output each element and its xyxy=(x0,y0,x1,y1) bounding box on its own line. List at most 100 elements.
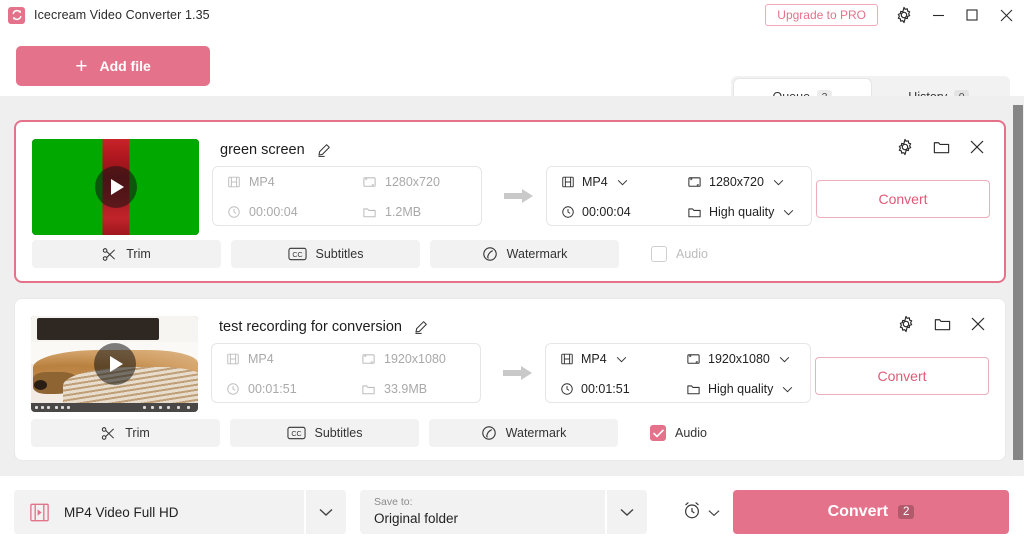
output-format-dropdown[interactable]: MP4 xyxy=(547,175,673,189)
file-name: test recording for conversion xyxy=(219,319,402,335)
file-name-row: test recording for conversion xyxy=(219,319,428,335)
monitor-icon xyxy=(687,353,700,364)
output-resolution-dropdown[interactable]: 1280x720 xyxy=(673,175,813,190)
card-settings-button[interactable] xyxy=(892,134,918,160)
chevron-down-icon[interactable] xyxy=(605,490,647,534)
source-format: MP4 xyxy=(213,175,348,189)
folder-icon xyxy=(362,384,375,394)
source-format: MP4 xyxy=(212,352,347,366)
scrollbar-thumb[interactable] xyxy=(1013,105,1023,460)
watermark-icon xyxy=(482,247,497,261)
close-icon xyxy=(971,317,985,331)
card-action-icons xyxy=(892,134,990,160)
card-remove-button[interactable] xyxy=(964,134,990,160)
convert-all-button[interactable]: Convert 2 xyxy=(733,490,1009,534)
cc-icon: CC xyxy=(286,426,306,440)
save-to-value: Original folder xyxy=(374,511,459,526)
card-convert-button[interactable]: Convert xyxy=(816,180,990,218)
trim-button[interactable]: Trim xyxy=(32,240,221,268)
source-info-box: MP4 1280x720 00:00:04 1.2MB xyxy=(212,166,482,226)
source-size-label: 33.9MB xyxy=(384,382,428,396)
card-open-folder-button[interactable] xyxy=(929,311,955,337)
card-convert-button[interactable]: Convert xyxy=(815,357,989,395)
output-quality-dropdown[interactable]: High quality xyxy=(672,382,812,397)
monitor-icon xyxy=(362,353,375,364)
cc-icon: CC xyxy=(287,247,307,261)
output-quality-dropdown[interactable]: High quality xyxy=(673,205,813,220)
chevron-down-icon xyxy=(708,504,720,522)
output-format-label: MP4 xyxy=(582,175,608,189)
svg-text:CC: CC xyxy=(292,251,302,259)
watermark-label: Watermark xyxy=(505,426,567,440)
close-button[interactable] xyxy=(990,0,1022,30)
pencil-icon[interactable] xyxy=(316,143,331,158)
film-icon xyxy=(562,176,574,188)
card-settings-button[interactable] xyxy=(893,311,919,337)
card-open-folder-button[interactable] xyxy=(928,134,954,160)
watermark-button[interactable]: Watermark xyxy=(430,240,619,268)
svg-text:CC: CC xyxy=(291,430,301,438)
output-format-select[interactable]: MP4 Video Full HD xyxy=(14,490,346,534)
folder-open-icon xyxy=(934,318,950,330)
upgrade-to-pro-button[interactable]: Upgrade to PRO xyxy=(765,4,878,26)
folder-open-icon xyxy=(933,141,949,153)
subtitles-button[interactable]: CC Subtitles xyxy=(231,240,420,268)
source-resolution-label: 1920x1080 xyxy=(384,352,446,366)
audio-checkbox[interactable] xyxy=(651,246,667,262)
add-file-button[interactable]: + Add file xyxy=(16,46,210,86)
title-bar: Icecream Video Converter 1.35 Upgrade to… xyxy=(0,0,1024,30)
video-thumbnail[interactable] xyxy=(32,139,199,235)
chevron-down-icon xyxy=(783,209,794,216)
source-resolution-label: 1280x720 xyxy=(385,175,440,189)
output-settings-box: MP4 1280x720 00:00:04 High quality xyxy=(546,166,812,226)
subtitles-button[interactable]: CC Subtitles xyxy=(230,419,419,447)
subtitles-label: Subtitles xyxy=(315,247,364,261)
play-icon[interactable] xyxy=(93,343,136,385)
alarm-clock-icon xyxy=(682,500,702,525)
minimize-button[interactable] xyxy=(922,0,954,30)
output-resolution-dropdown[interactable]: 1920x1080 xyxy=(672,352,812,367)
card-tools-row: Trim CC Subtitles Watermark Audio xyxy=(32,240,708,268)
watermark-icon xyxy=(481,426,496,440)
bottom-bar: MP4 Video Full HD Save to: Original fold… xyxy=(0,476,1024,546)
source-duration: 00:00:04 xyxy=(213,205,348,219)
close-icon xyxy=(970,140,984,154)
queue-item-card[interactable]: green screen MP4 1280x720 00:00:04 1.2MB… xyxy=(14,120,1006,283)
output-format-dropdown[interactable]: MP4 xyxy=(546,352,672,366)
trim-button[interactable]: Trim xyxy=(31,419,220,447)
clock-icon xyxy=(561,383,573,395)
settings-button[interactable] xyxy=(884,0,924,30)
card-tools-row: Trim CC Subtitles Watermark Audio xyxy=(31,419,707,447)
convert-all-badge: 2 xyxy=(898,505,915,519)
gear-icon xyxy=(899,315,913,333)
scrollbar-track[interactable] xyxy=(1011,96,1024,476)
audio-label: Audio xyxy=(675,426,707,440)
source-size-label: 1.2MB xyxy=(385,205,422,219)
output-settings-box: MP4 1920x1080 00:01:51 High quality xyxy=(545,343,811,403)
output-quality-label: High quality xyxy=(709,205,775,219)
film-icon xyxy=(561,353,573,365)
plus-icon: + xyxy=(75,54,88,78)
monitor-icon xyxy=(688,176,701,187)
save-to-select[interactable]: Save to: Original folder xyxy=(360,490,647,534)
window-title: Icecream Video Converter 1.35 xyxy=(34,8,210,22)
output-duration: 00:00:04 xyxy=(547,205,673,219)
file-name: green screen xyxy=(220,142,305,158)
pencil-icon[interactable] xyxy=(413,320,428,335)
watermark-button[interactable]: Watermark xyxy=(429,419,618,447)
audio-checkbox[interactable] xyxy=(650,425,666,441)
chevron-down-icon xyxy=(782,386,793,393)
audio-toggle[interactable]: Audio xyxy=(629,246,708,262)
chevron-down-icon[interactable] xyxy=(304,490,346,534)
gear-icon xyxy=(897,6,911,24)
queue-item-card[interactable]: test recording for conversion MP4 1920x1… xyxy=(14,298,1006,461)
film-icon xyxy=(228,176,240,188)
card-remove-button[interactable] xyxy=(965,311,991,337)
clock-icon xyxy=(227,383,239,395)
audio-toggle[interactable]: Audio xyxy=(628,425,707,441)
play-icon[interactable] xyxy=(94,166,137,208)
card-action-icons xyxy=(893,311,991,337)
maximize-button[interactable] xyxy=(956,0,988,30)
video-thumbnail[interactable] xyxy=(31,316,198,412)
after-conversion-action-select[interactable] xyxy=(682,500,720,525)
